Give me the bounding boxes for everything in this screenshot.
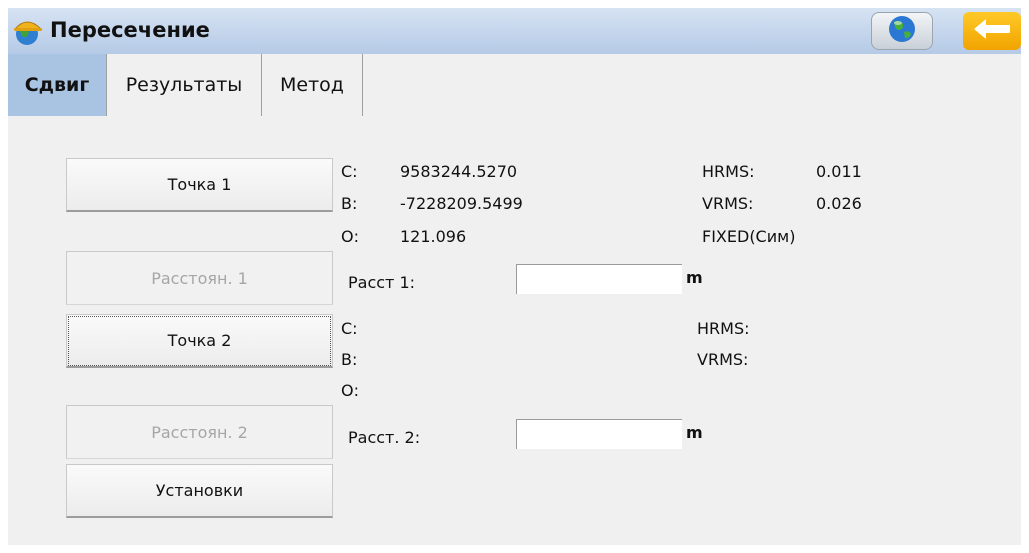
globe-icon (887, 14, 917, 48)
dist1-label: Расст 1: (348, 273, 416, 292)
point1-o-value: 121.096 (400, 227, 467, 246)
point1-c-label: С: (341, 162, 358, 181)
distance2-button[interactable]: Расстоян. 2 (66, 405, 333, 459)
title-bar: Пересечение (8, 8, 1021, 54)
dist1-input[interactable] (516, 264, 682, 294)
point2-vrms-label: VRMS: (697, 350, 749, 369)
page-title: Пересечение (50, 18, 210, 42)
point2-o-label: О: (341, 381, 359, 400)
distance1-button[interactable]: Расстоян. 1 (66, 251, 333, 305)
back-arrow-icon (972, 17, 1012, 45)
point1-vrms-value: 0.026 (816, 194, 862, 213)
settings-button[interactable]: Установки (66, 464, 333, 518)
point1-hrms-label: HRMS: (702, 162, 755, 181)
point2-button[interactable]: Точка 2 (66, 314, 333, 368)
point1-vrms-label: VRMS: (702, 194, 754, 213)
tab-results[interactable]: Результаты (107, 54, 262, 116)
point2-hrms-label: HRMS: (697, 319, 750, 338)
dist2-label: Расст. 2: (348, 428, 421, 447)
point2-b-label: В: (341, 350, 358, 369)
tab-method[interactable]: Метод (262, 54, 363, 116)
app-window: Пересечение Сдвиг Результаты Метод Точка… (8, 8, 1021, 545)
dist2-input[interactable] (516, 419, 682, 449)
back-button[interactable] (963, 12, 1021, 50)
tab-bar: Сдвиг Результаты Метод (8, 54, 1021, 116)
dist1-unit: m (686, 268, 703, 287)
point1-o-label: О: (341, 227, 359, 246)
dist2-unit: m (686, 423, 703, 442)
point2-c-label: С: (341, 319, 358, 338)
point1-b-label: В: (341, 194, 358, 213)
point1-c-value: 9583244.5270 (400, 162, 518, 181)
tab-shift[interactable]: Сдвиг (8, 54, 107, 116)
point1-hrms-value: 0.011 (816, 162, 862, 181)
hardhat-globe-icon (12, 16, 44, 46)
point1-status: FIXED(Сим) (702, 227, 796, 246)
point1-button[interactable]: Точка 1 (66, 158, 333, 212)
point1-b-value: -7228209.5499 (400, 194, 523, 213)
globe-button[interactable] (871, 12, 933, 50)
